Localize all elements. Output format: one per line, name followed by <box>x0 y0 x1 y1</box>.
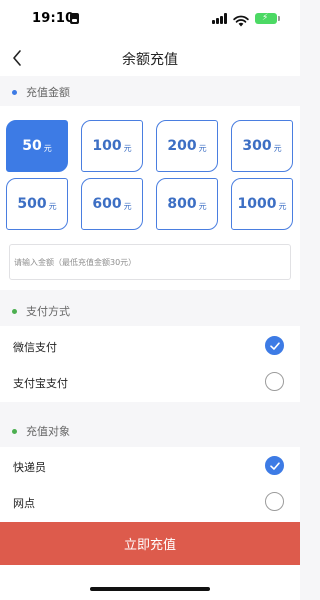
custom-amount-input[interactable] <box>9 244 291 280</box>
battery-charging-icon: ⚡ <box>255 13 280 24</box>
nav-bar: 余额充值 <box>0 40 300 76</box>
home-indicator <box>90 587 210 591</box>
amount-unit: 元 <box>43 143 52 153</box>
amount-value: 50 <box>22 138 42 154</box>
section-title-recharge-amount: 充值金额 <box>12 84 70 100</box>
cellular-signal-icon <box>212 13 228 24</box>
amount-value: 600 <box>92 196 122 212</box>
amount-unit: 元 <box>48 201 57 211</box>
section-title-payment-method: 支付方式 <box>12 303 70 319</box>
amount-value: 100 <box>92 138 122 154</box>
section-dot <box>12 308 17 314</box>
option-label: 支付宝支付 <box>13 377 68 390</box>
unchecked-radio-icon[interactable] <box>265 492 284 511</box>
section-label: 充值金额 <box>26 86 70 99</box>
unchecked-radio-icon[interactable] <box>265 372 284 391</box>
target-panel: 快递员 网点 <box>0 447 300 522</box>
option-label: 微信支付 <box>13 341 57 354</box>
checked-radio-icon[interactable] <box>265 336 284 355</box>
amount-unit: 元 <box>123 143 132 153</box>
payment-panel: 微信支付 支付宝支付 <box>0 326 300 402</box>
section-label: 充值对象 <box>26 425 70 438</box>
target-option-courier[interactable]: 快递员 <box>0 448 300 484</box>
id-card-icon <box>70 13 79 24</box>
status-time: 19:10 <box>32 11 75 26</box>
amount-unit: 元 <box>273 143 282 153</box>
section-dot <box>12 89 17 95</box>
amount-option-300[interactable]: 300 元 <box>231 120 293 172</box>
amount-value: 1000 <box>237 196 277 212</box>
recharge-now-button[interactable]: 立即充值 <box>0 522 300 565</box>
amount-value: 300 <box>242 138 272 154</box>
status-bar: 19:10 ⚡ <box>0 0 300 40</box>
page-title: 余额充值 <box>122 52 178 68</box>
amount-unit: 元 <box>123 201 132 211</box>
amount-option-200[interactable]: 200 元 <box>156 120 218 172</box>
amount-option-1000[interactable]: 1000 元 <box>231 178 293 230</box>
amount-option-50[interactable]: 50 元 <box>6 120 68 172</box>
amount-value: 500 <box>17 196 47 212</box>
payment-option-alipay[interactable]: 支付宝支付 <box>0 364 300 400</box>
section-label: 支付方式 <box>26 305 70 318</box>
amount-unit: 元 <box>198 201 207 211</box>
amount-value: 800 <box>167 196 197 212</box>
target-option-branch[interactable]: 网点 <box>0 484 300 520</box>
amount-unit: 元 <box>198 143 207 153</box>
wifi-icon <box>233 12 249 27</box>
amount-option-600[interactable]: 600 元 <box>81 178 143 230</box>
checked-radio-icon[interactable] <box>265 456 284 475</box>
amount-unit: 元 <box>278 201 287 211</box>
bottom-safe-area <box>0 565 300 600</box>
amount-option-500[interactable]: 500 元 <box>6 178 68 230</box>
payment-option-wechat[interactable]: 微信支付 <box>0 328 300 364</box>
option-label: 快递员 <box>13 461 46 474</box>
amount-value: 200 <box>167 138 197 154</box>
section-dot <box>12 428 17 434</box>
amount-option-800[interactable]: 800 元 <box>156 178 218 230</box>
amount-option-100[interactable]: 100 元 <box>81 120 143 172</box>
option-label: 网点 <box>13 497 35 510</box>
section-title-recharge-target: 充值对象 <box>12 423 70 439</box>
